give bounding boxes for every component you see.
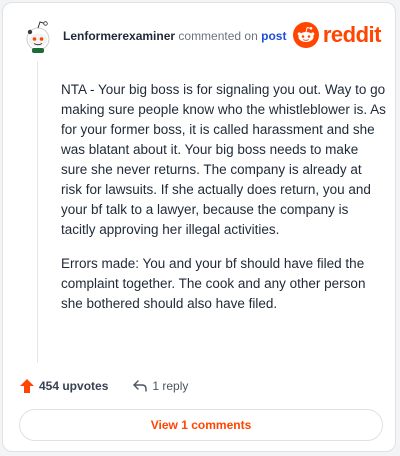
brand-name: reddit xyxy=(322,22,382,47)
reddit-logo-icon xyxy=(292,22,319,48)
reply-count: 1 reply xyxy=(152,379,189,393)
view-comments-button[interactable]: View 1 comments xyxy=(19,409,383,441)
comment-meta: Lenformerexaminer commented on post xyxy=(63,29,286,43)
upvote-button[interactable]: 454 upvotes xyxy=(19,378,108,394)
comment-actions: 454 upvotes 1 reply xyxy=(19,375,188,397)
upvote-count: 454 upvotes xyxy=(39,379,109,393)
upvote-arrow-icon xyxy=(20,379,34,393)
user-avatar-icon[interactable] xyxy=(21,19,55,53)
comment-card: Lenformerexaminer commented on post redd… xyxy=(2,2,396,452)
commented-on-text: commented on xyxy=(178,29,258,43)
reply-button[interactable]: 1 reply xyxy=(132,378,188,394)
comment-header: Lenformerexaminer commented on post redd… xyxy=(3,3,395,67)
post-link[interactable]: post xyxy=(261,29,286,43)
comment-paragraph: Errors made: You and your bf should have… xyxy=(61,256,366,311)
username-link[interactable]: Lenformerexaminer xyxy=(63,29,175,43)
reply-arrow-icon xyxy=(133,380,148,392)
comment-paragraph: NTA - Your big boss is for signaling you… xyxy=(61,82,386,237)
thread-line[interactable] xyxy=(37,61,38,363)
comment-body: NTA - Your big boss is for signaling you… xyxy=(61,80,386,328)
reddit-logo[interactable]: reddit xyxy=(292,21,382,49)
